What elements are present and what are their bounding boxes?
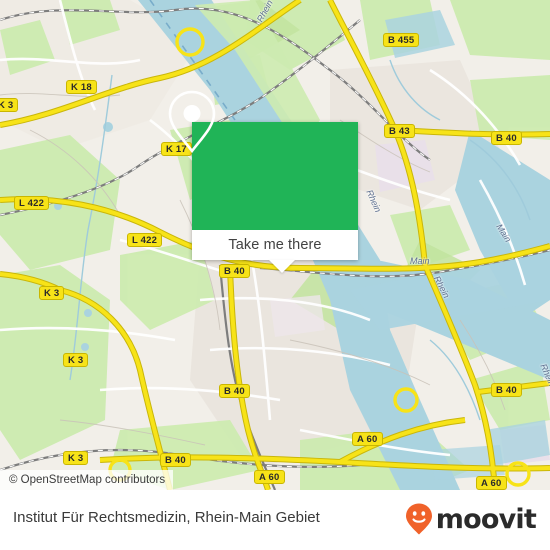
road-shield: K 3 bbox=[63, 353, 89, 367]
water-label: Main bbox=[410, 256, 430, 266]
road-shield: B 40 bbox=[160, 453, 191, 467]
location-popup-card[interactable]: Take me there bbox=[168, 90, 358, 273]
road-shield: B 40 bbox=[219, 264, 250, 278]
road-shield: K 3 bbox=[63, 451, 89, 465]
place-title: Institut Für Rechtsmedizin, Rhein-Main G… bbox=[13, 509, 320, 526]
bottom-info-bar: Institut Für Rechtsmedizin, Rhein-Main G… bbox=[0, 490, 550, 550]
road-shield: B 43 bbox=[384, 124, 415, 138]
take-me-there-label: Take me there bbox=[228, 237, 322, 253]
moovit-wordmark: moovit bbox=[435, 503, 537, 535]
osm-attribution-text: © OpenStreetMap contributors bbox=[9, 474, 166, 486]
moovit-logo[interactable]: moovit bbox=[404, 502, 537, 536]
popup-header bbox=[168, 90, 358, 230]
road-shield: A 60 bbox=[352, 432, 383, 446]
road-shield: B 40 bbox=[491, 383, 522, 397]
road-shield: K 3 bbox=[0, 98, 19, 112]
osm-attribution[interactable]: © OpenStreetMap contributors bbox=[0, 470, 174, 490]
map-canvas[interactable]: K 3K 18 K 17 L 422 L 422 B 455 B 43 B 40 B 40 K … bbox=[0, 0, 550, 490]
road-shield: K 18 bbox=[66, 80, 97, 94]
road-shield: B 40 bbox=[219, 384, 250, 398]
popup-action-bar[interactable]: Take me there bbox=[192, 230, 358, 260]
map-pin-icon bbox=[168, 90, 216, 154]
road-shield: B 40 bbox=[491, 131, 522, 145]
road-shield: L 422 bbox=[14, 196, 50, 210]
road-shield: A 60 bbox=[254, 470, 285, 484]
road-shield: B 455 bbox=[383, 33, 420, 47]
popup-pointer-tail bbox=[269, 260, 295, 273]
moovit-map-screenshot: K 3K 18 K 17 L 422 L 422 B 455 B 43 B 40 B 40 K … bbox=[0, 0, 550, 550]
road-shield: A 60 bbox=[476, 476, 507, 490]
moovit-smiley-pin-icon bbox=[405, 503, 432, 535]
road-shield: L 422 bbox=[127, 233, 163, 247]
road-shield: K 3 bbox=[39, 286, 65, 300]
